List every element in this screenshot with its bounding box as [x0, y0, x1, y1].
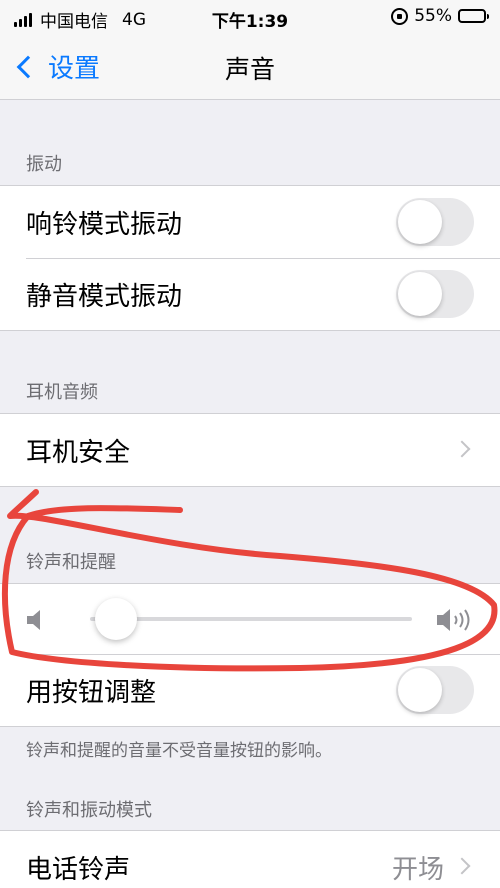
toggle-knob — [398, 668, 442, 712]
group-headphone: 耳机安全 — [0, 413, 500, 487]
ringer-footer-note: 铃声和提醒的音量不受音量按钮的影响。 — [26, 741, 332, 761]
ringer-volume-slider[interactable] — [0, 584, 500, 654]
toggle-knob — [398, 200, 442, 244]
change-with-buttons-label: 用按钮调整 — [26, 678, 157, 708]
status-right: 55% — [391, 6, 489, 26]
navigation-bar: 设置 声音 — [0, 34, 500, 100]
battery-icon — [458, 9, 489, 23]
row-change-with-buttons: 用按钮调整 — [0, 654, 500, 726]
row-headphone-safety[interactable]: 耳机安全 — [0, 414, 500, 486]
volume-high-icon — [437, 609, 470, 631]
page-title: 声音 — [224, 55, 275, 84]
ringtone-value: 开场 — [391, 855, 444, 885]
ring-vibrate-label: 响铃模式振动 — [26, 210, 183, 240]
ring-vibrate-toggle[interactable] — [396, 198, 474, 246]
group-ringer: 用按钮调整 — [0, 583, 500, 727]
battery-percent: 55% — [414, 6, 452, 26]
chevron-right-icon — [453, 857, 471, 875]
toggle-knob — [398, 272, 442, 316]
section-header-ringer: 铃声和提醒 — [26, 552, 116, 573]
group-vibration: 响铃模式振动 静音模式振动 — [0, 185, 500, 331]
row-ring-vibrate: 响铃模式振动 — [0, 186, 500, 258]
ringtone-label: 电话铃声 — [26, 855, 131, 885]
silent-vibrate-toggle[interactable] — [396, 270, 474, 318]
row-silent-vibrate: 静音模式振动 — [0, 258, 500, 330]
section-header-patterns: 铃声和振动模式 — [26, 800, 152, 821]
status-bar: 中国电信 4G 下午1:39 55% — [0, 0, 500, 34]
headphone-safety-label: 耳机安全 — [26, 438, 131, 468]
section-header-vibration: 振动 — [26, 154, 62, 175]
section-header-headphone: 耳机音频 — [26, 382, 98, 403]
change-with-buttons-toggle[interactable] — [396, 666, 474, 714]
slider-thumb[interactable] — [94, 598, 137, 640]
slider-track — [90, 617, 412, 621]
row-ringtone[interactable]: 电话铃声 开场 — [0, 831, 500, 888]
volume-low-icon — [27, 610, 40, 630]
chevron-right-icon — [453, 440, 471, 458]
rotation-lock-icon — [391, 7, 409, 25]
group-patterns: 电话铃声 开场 — [0, 830, 500, 888]
silent-vibrate-label: 静音模式振动 — [26, 282, 183, 312]
